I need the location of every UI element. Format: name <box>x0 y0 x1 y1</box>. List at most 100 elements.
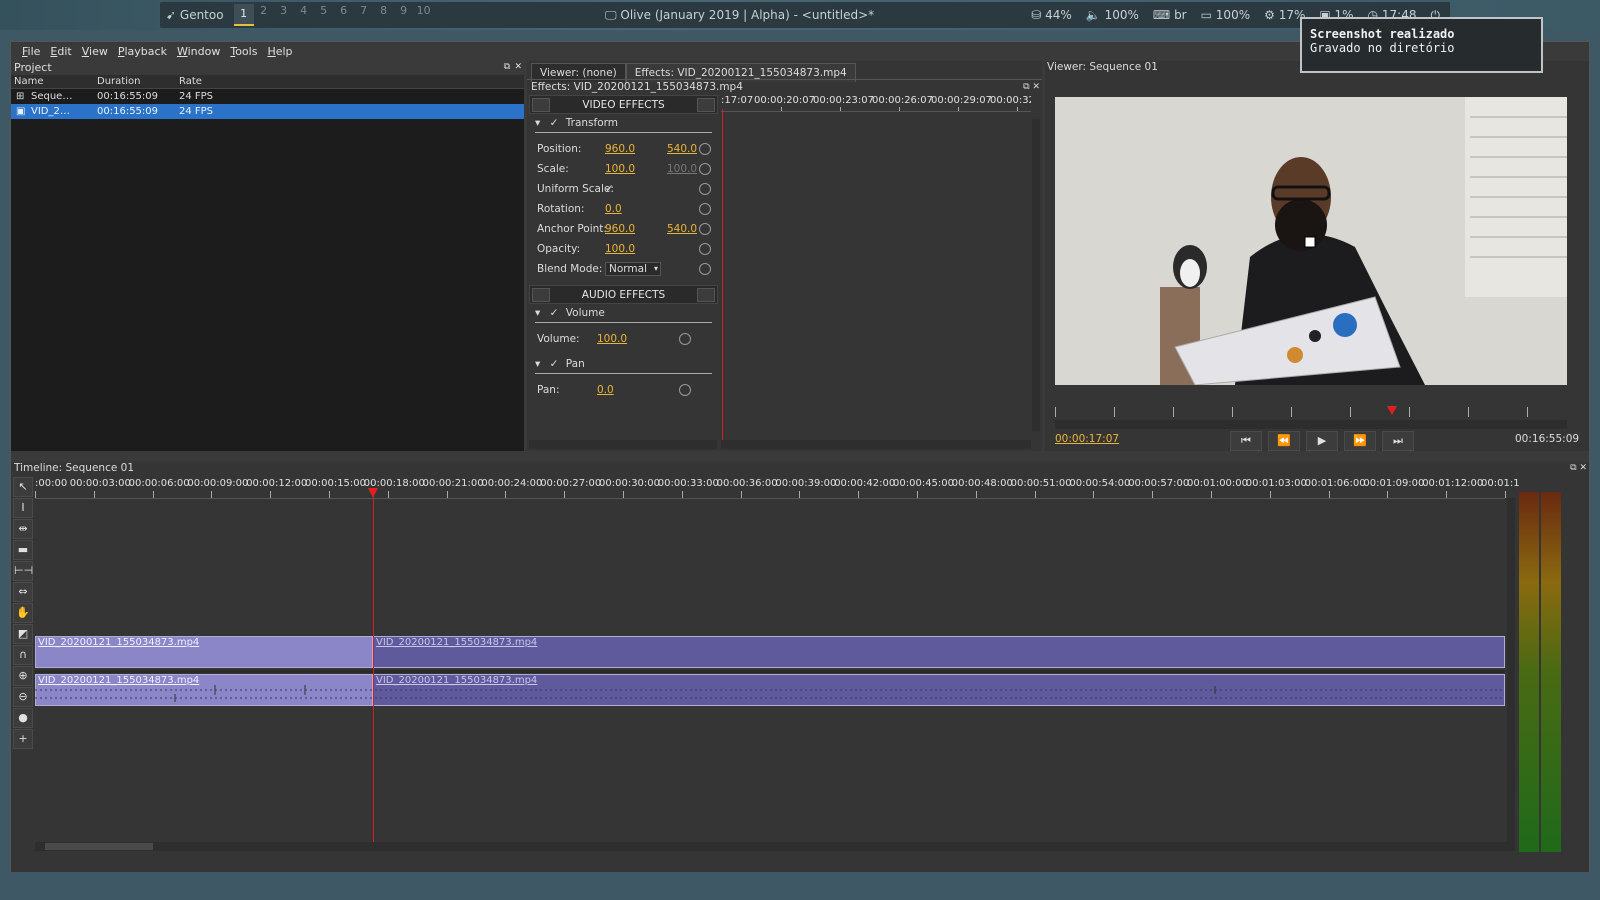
column-name[interactable]: Name <box>11 75 93 88</box>
menu-window[interactable]: Window <box>172 42 225 61</box>
blend-mode-select[interactable]: Normal ▾ <box>605 262 661 276</box>
timeline-playhead[interactable] <box>373 496 374 846</box>
effects-ruler[interactable]: :17:07 00:00:20:07 00:00:23:07 00:00:26:07 0… <box>721 95 1031 111</box>
keyboard-indicator[interactable]: ⌨ br <box>1153 8 1187 23</box>
pan-effect-header[interactable]: ▾ ✓ Pan <box>535 355 712 374</box>
collapse-arrow-icon[interactable]: ▾ <box>535 117 540 129</box>
razor-tool-icon[interactable]: ▬ <box>13 540 33 560</box>
current-timecode[interactable]: 00:00:17:07 <box>1055 433 1119 445</box>
viewer-scrollbar[interactable] <box>1055 420 1567 429</box>
add-icon[interactable]: + <box>13 729 33 749</box>
project-item[interactable]: ▣ VID_2… 00:16:55:09 24 FPS <box>11 104 524 119</box>
rewind-button[interactable]: ⏪ <box>1268 431 1300 451</box>
add-audio-effect-button[interactable] <box>532 288 550 302</box>
track-divider[interactable] <box>35 670 1505 673</box>
keyframe-icon[interactable] <box>699 143 711 155</box>
video-clip-2[interactable]: VID_20200121_155034873.mp4 <box>373 636 1505 668</box>
fast-forward-button[interactable]: ⏩ <box>1344 431 1376 451</box>
video-clip-1[interactable]: VID_20200121_155034873.mp4 <box>35 636 373 668</box>
pointer-tool-icon[interactable]: ↖ <box>13 477 33 497</box>
transition-tool-icon[interactable]: ◩ <box>13 624 33 644</box>
timeline-ruler[interactable]: :00:00 00:00:03:00 00:00:06:00 00:00:09:00 0… <box>35 476 1519 498</box>
workspace-8[interactable]: 8 <box>374 4 394 26</box>
column-duration[interactable]: Duration <box>93 75 175 88</box>
close-icon[interactable]: ⧉ ✕ <box>1023 80 1040 94</box>
workspace-5[interactable]: 5 <box>314 4 334 26</box>
pan-enabled-checkbox[interactable]: ✓ <box>550 358 559 370</box>
slide-tool-icon[interactable]: ⇔ <box>13 582 33 602</box>
viewer-playhead[interactable] <box>1387 406 1397 415</box>
workspace-7[interactable]: 7 <box>354 4 374 26</box>
project-item[interactable]: ⊞ Seque… 00:16:55:09 24 FPS <box>11 89 524 104</box>
keyframe-icon[interactable] <box>679 333 691 345</box>
position-x-field[interactable]: 960.0 <box>605 139 635 159</box>
keyframe-icon[interactable] <box>699 243 711 255</box>
keyframe-icon[interactable] <box>699 203 711 215</box>
volume-enabled-checkbox[interactable]: ✓ <box>550 307 559 319</box>
battery-indicator[interactable]: ▭ 100% <box>1201 8 1250 23</box>
snapping-icon[interactable]: ∩ <box>13 645 33 665</box>
audio-effects-menu-button[interactable] <box>697 288 715 302</box>
close-icon[interactable]: ✕ <box>514 61 522 74</box>
menu-playback[interactable]: Playback <box>113 42 172 61</box>
timeline-h-scrollbar[interactable] <box>35 842 1515 851</box>
go-to-start-button[interactable]: ⏮ <box>1230 431 1262 451</box>
collapse-arrow-icon[interactable]: ▾ <box>535 307 540 319</box>
hand-tool-icon[interactable]: ✋ <box>13 603 33 623</box>
menu-file[interactable]: File <box>17 42 45 61</box>
effects-scrollbar[interactable] <box>1032 119 1040 431</box>
anchor-y-field[interactable]: 540.0 <box>667 219 697 239</box>
disk-indicator[interactable]: ⛁ 44% <box>1031 8 1072 23</box>
screenshot-notification[interactable]: Screenshot realizado Gravado no diretóri… <box>1300 17 1543 73</box>
collapse-arrow-icon[interactable]: ▾ <box>535 358 540 370</box>
workspace-3[interactable]: 3 <box>274 4 294 26</box>
menu-help[interactable]: Help <box>262 42 297 61</box>
position-y-field[interactable]: 540.0 <box>667 139 697 159</box>
column-rate[interactable]: Rate <box>175 75 375 88</box>
workspace-1[interactable]: 1 <box>233 4 254 26</box>
slip-tool-icon[interactable]: ⊢⊣ <box>13 561 33 581</box>
effects-h-scrollbar[interactable] <box>529 440 717 449</box>
keyframe-h-scrollbar[interactable] <box>721 440 1031 449</box>
edit-tool-icon[interactable]: I <box>13 498 33 518</box>
viewer-ruler[interactable] <box>1055 405 1567 419</box>
pan-field[interactable]: 0.0 <box>597 380 614 400</box>
keyframe-icon[interactable] <box>699 263 711 275</box>
play-button[interactable]: ▶ <box>1306 431 1338 451</box>
transform-effect-header[interactable]: ▾ ✓ Transform <box>535 114 712 133</box>
menu-view[interactable]: View <box>77 42 113 61</box>
rotation-field[interactable]: 0.0 <box>605 199 622 219</box>
keyframe-icon[interactable] <box>699 223 711 235</box>
video-effects-menu-button[interactable] <box>697 98 715 112</box>
workspace-6[interactable]: 6 <box>334 4 354 26</box>
opacity-field[interactable]: 100.0 <box>605 239 635 259</box>
scale-field[interactable]: 100.0 <box>605 159 635 179</box>
zoom-out-icon[interactable]: ⊖ <box>13 687 33 707</box>
ripple-tool-icon[interactable]: ⇹ <box>13 519 33 539</box>
keyframe-icon[interactable] <box>699 183 711 195</box>
menu-tools[interactable]: Tools <box>225 42 262 61</box>
workspace-2[interactable]: 2 <box>254 4 274 26</box>
volume-field[interactable]: 100.0 <box>597 329 627 349</box>
keyframe-icon[interactable] <box>699 163 711 175</box>
volume-indicator[interactable]: 🔈 100% <box>1086 8 1139 23</box>
add-video-effect-button[interactable] <box>532 98 550 112</box>
record-icon[interactable]: ● <box>13 708 33 728</box>
video-preview[interactable] <box>1055 97 1567 385</box>
distro-launcher[interactable]: ➹ Gentoo <box>166 8 224 22</box>
volume-effect-header[interactable]: ▾ ✓ Volume <box>535 304 712 323</box>
timeline-v-scrollbar[interactable] <box>1507 498 1515 842</box>
anchor-x-field[interactable]: 960.0 <box>605 219 635 239</box>
workspace-4[interactable]: 4 <box>294 4 314 26</box>
effects-playhead[interactable] <box>722 109 723 441</box>
workspace-10[interactable]: 10 <box>414 4 434 26</box>
zoom-in-icon[interactable]: ⊕ <box>13 666 33 686</box>
go-to-end-button[interactable]: ⏭ <box>1382 431 1414 451</box>
menu-edit[interactable]: Edit <box>45 42 76 61</box>
uniform-scale-checkbox[interactable]: ✓ <box>605 179 614 199</box>
workspace-9[interactable]: 9 <box>394 4 414 26</box>
transform-enabled-checkbox[interactable]: ✓ <box>550 117 559 129</box>
keyframe-icon[interactable] <box>679 384 691 396</box>
close-icon[interactable]: ⧉ ✕ <box>1570 462 1587 474</box>
float-icon[interactable]: ⧉ <box>504 61 510 74</box>
